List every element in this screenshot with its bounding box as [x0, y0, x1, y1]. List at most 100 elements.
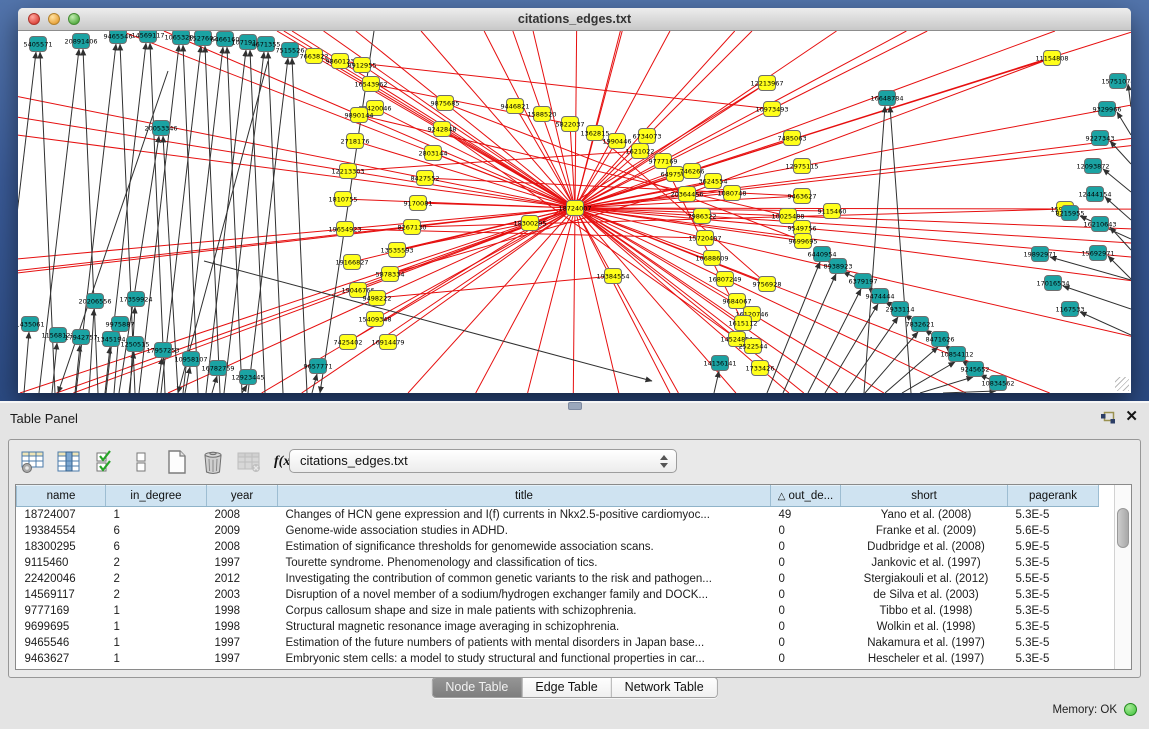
graph-node[interactable]: 17016534	[1036, 276, 1069, 291]
graph-node[interactable]: 1588520	[528, 107, 557, 122]
close-panel-icon[interactable]: ✕	[1125, 407, 1138, 427]
table-row[interactable]: 1938455462009Genome-wide association stu…	[17, 523, 1099, 539]
graph-node[interactable]: 20206556	[78, 294, 111, 309]
canvas-resize-grip[interactable]	[1115, 377, 1129, 391]
tab-node-table[interactable]: Node Table	[432, 678, 522, 697]
graph-node[interactable]: 12213967	[750, 76, 783, 91]
graph-node[interactable]: 10973493	[755, 102, 788, 117]
graph-node[interactable]: 3624554	[699, 174, 728, 189]
table-row[interactable]: 1830029562008Estimation of significance …	[17, 539, 1099, 555]
graph-node[interactable]: 19384554	[596, 269, 629, 284]
graph-node[interactable]: 14569117	[131, 31, 164, 43]
network-canvas[interactable]: 1872400718300295540557120891406946554614…	[18, 31, 1131, 393]
table-vertical-scrollbar[interactable]	[1114, 485, 1131, 669]
graph-node[interactable]: 15751074	[1101, 74, 1131, 89]
graph-node[interactable]: 6379197	[849, 274, 878, 289]
graph-node[interactable]: 5878334	[376, 267, 405, 282]
graph-node[interactable]: 746266	[680, 164, 705, 179]
tab-network-table[interactable]: Network Table	[612, 678, 717, 697]
show-columns-button[interactable]	[53, 447, 84, 478]
panel-divider-grip[interactable]	[568, 402, 582, 410]
table-cell: Dudbridge et al. (2008)	[841, 539, 1008, 555]
graph-node[interactable]: 12213303	[331, 164, 364, 179]
graph-node[interactable]: 16914479	[371, 335, 404, 350]
graph-node[interactable]: 9245652	[961, 362, 990, 377]
unselect-all-columns-button[interactable]	[125, 447, 156, 478]
graph-node[interactable]: 12093872	[1076, 159, 1109, 174]
close-window-icon[interactable]	[28, 13, 40, 25]
graph-node[interactable]: 8427552	[411, 171, 440, 186]
table-row[interactable]: 946554611997Estimation of the future num…	[17, 635, 1099, 651]
column-header-name[interactable]: name	[17, 486, 106, 507]
table-row[interactable]: 911546021997Tourette syndrome. Phenomeno…	[17, 555, 1099, 571]
graph-node[interactable]: 12444154	[1078, 187, 1111, 202]
graph-node[interactable]: 19654923	[328, 222, 361, 237]
create-column-button[interactable]	[161, 447, 192, 478]
delete-table-button[interactable]	[233, 447, 264, 478]
graph-node[interactable]: 9474444	[866, 289, 895, 304]
table-select-dropdown[interactable]: citations_edges.txt	[289, 449, 677, 473]
graph-node[interactable]: 9242848	[428, 122, 457, 137]
minimize-window-icon[interactable]	[48, 13, 60, 25]
scrollbar-thumb[interactable]	[1117, 508, 1129, 548]
graph-node[interactable]: 9657771	[304, 359, 333, 374]
column-header-out_de[interactable]: △out_de...	[771, 486, 841, 507]
column-header-short[interactable]: short	[841, 486, 1008, 507]
graph-node[interactable]: 19892971	[1023, 247, 1056, 262]
graph-node[interactable]: 10854112	[940, 347, 973, 362]
graph-node[interactable]: 7425402	[334, 335, 363, 350]
table-mode-button[interactable]	[17, 447, 48, 478]
graph-node[interactable]: 5405571	[24, 37, 53, 52]
graph-node[interactable]: 17359924	[119, 292, 152, 307]
graph-node[interactable]: 10688609	[695, 251, 728, 266]
graph-node[interactable]: 11154808	[1035, 51, 1068, 66]
graph-node[interactable]: 20891406	[64, 34, 97, 49]
select-all-columns-button[interactable]	[89, 447, 120, 478]
table-row[interactable]: 946362711997Embryonic stem cells: a mode…	[17, 651, 1099, 667]
column-header-year[interactable]: year	[207, 486, 278, 507]
table-cell: Genome-wide association studies in ADHD.	[278, 523, 771, 539]
column-header-title[interactable]: title	[278, 486, 771, 507]
graph-node[interactable]: 16648784	[870, 91, 903, 106]
graph-node[interactable]: 7986322	[688, 209, 717, 224]
table-row[interactable]: 969969511998Structural magnetic resonanc…	[17, 619, 1099, 635]
graph-node[interactable]: 1435061	[18, 317, 44, 332]
graph-node[interactable]: 14136141	[703, 356, 736, 371]
graph-node[interactable]: 1733426	[746, 361, 775, 376]
graph-node[interactable]: 15720407	[688, 231, 721, 246]
graph-node[interactable]: 6734073	[633, 129, 662, 144]
column-header-in_degree[interactable]: in_degree	[106, 486, 207, 507]
graph-node[interactable]: 1167533	[1056, 302, 1085, 317]
graph-node[interactable]: 12975115	[785, 159, 818, 174]
table-row[interactable]: 2242004622012Investigating the contribut…	[17, 571, 1099, 587]
window-titlebar[interactable]: citations_edges.txt	[18, 8, 1131, 31]
graph-node[interactable]: 15409348	[358, 312, 391, 327]
float-panel-icon[interactable]	[1100, 411, 1116, 425]
traffic-lights	[28, 13, 80, 25]
graph-node[interactable]: 2803144	[419, 146, 448, 161]
graph-node[interactable]: 9170081	[404, 196, 433, 211]
table-row[interactable]: 1456911722003Disruption of a novel membe…	[17, 587, 1099, 603]
graph-node[interactable]: 9699695	[789, 234, 818, 249]
delete-columns-button[interactable]	[197, 447, 228, 478]
zoom-window-icon[interactable]	[68, 13, 80, 25]
table-row[interactable]: 977716911998Corpus callosum shape and si…	[17, 603, 1099, 619]
graph-node[interactable]: 1810755	[329, 192, 358, 207]
graph-node[interactable]: 2718176	[341, 134, 370, 149]
column-header-pagerank[interactable]: pagerank	[1008, 486, 1099, 507]
graph-node[interactable]: 9875685	[431, 96, 460, 111]
citation-edge	[348, 171, 575, 208]
graph-node[interactable]: 9465546	[104, 31, 133, 44]
graph-node[interactable]: 9115460	[818, 204, 847, 219]
graph-node[interactable]: 8471626	[926, 332, 955, 347]
graph-node[interactable]: 1080748	[718, 186, 747, 201]
graph-node[interactable]: 9329966	[1093, 102, 1122, 117]
table-row[interactable]: 1872400712008Changes of HCN gene express…	[17, 507, 1099, 524]
network-view[interactable]: 1872400718300295540557120891406946554614…	[18, 31, 1131, 393]
graph-node[interactable]: 9463627	[788, 189, 817, 204]
graph-node[interactable]: 7832621	[906, 317, 935, 332]
graph-node[interactable]: 1621022	[626, 144, 655, 159]
graph-node[interactable]: 13535593	[380, 243, 413, 258]
tab-edge-table[interactable]: Edge Table	[522, 678, 611, 697]
graph-node[interactable]: 12923445	[231, 370, 264, 385]
